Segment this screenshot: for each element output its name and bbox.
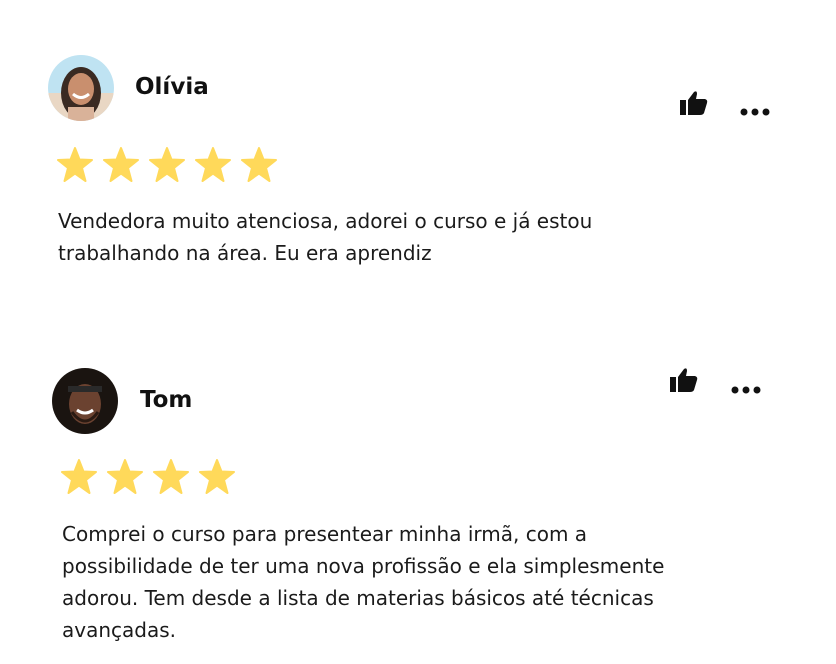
- review-text-line: adorou. Tem desde a lista de materias bá…: [62, 586, 654, 610]
- review-text-line: avançadas.: [62, 618, 177, 642]
- more-options-icon[interactable]: [731, 379, 761, 398]
- review-text-line: possibilidade de ter uma nova profissão …: [62, 554, 665, 578]
- star-icon: [153, 459, 189, 495]
- star-rating: [61, 459, 235, 495]
- review-card-tom: Tom Comprei o curso para presentear minh…: [0, 0, 836, 664]
- avatar[interactable]: [52, 368, 118, 434]
- thumbs-up-icon[interactable]: [670, 367, 698, 397]
- star-icon: [199, 459, 235, 495]
- star-icon: [61, 459, 97, 495]
- reviewer-name: Tom: [140, 387, 193, 413]
- review-text-line: Comprei o curso para presentear minha ir…: [62, 522, 588, 546]
- review-text: Comprei o curso para presentear minha ir…: [62, 518, 664, 646]
- star-icon: [107, 459, 143, 495]
